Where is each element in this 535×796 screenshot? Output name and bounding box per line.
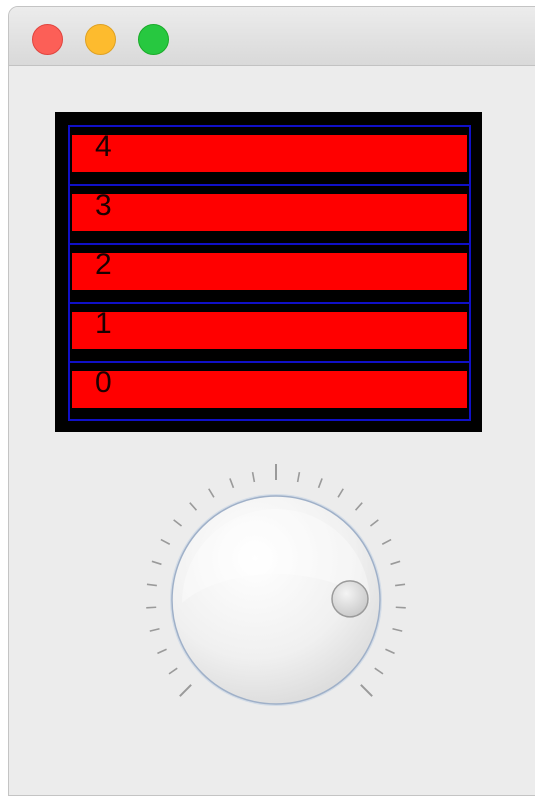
- dial-tick: [337, 488, 344, 498]
- bar-label: 0: [95, 366, 112, 399]
- dial-tick: [317, 478, 323, 489]
- dial-tick: [395, 606, 406, 609]
- bar-label: 2: [95, 248, 112, 281]
- close-button[interactable]: [32, 24, 63, 55]
- dial-tick: [173, 519, 183, 527]
- dial-tick: [146, 583, 157, 587]
- dial-tick: [251, 471, 256, 483]
- bar-graph-frame: 4 3 2 1 0: [68, 125, 471, 421]
- dial-svg[interactable]: [130, 455, 420, 745]
- dial-tick: [146, 606, 157, 609]
- bar-fill: [72, 135, 467, 172]
- bar-row: 4: [70, 127, 469, 186]
- dial-tick: [392, 627, 403, 632]
- bar-fill: [72, 312, 467, 349]
- dial-tick: [160, 538, 171, 545]
- bar-label: 3: [95, 189, 112, 222]
- dial-tick: [381, 538, 392, 545]
- dial-tick: [395, 583, 406, 587]
- dial-tick: [385, 648, 395, 655]
- dial-tick: [179, 684, 192, 697]
- dial-tick: [189, 502, 198, 511]
- dial-tick: [296, 471, 301, 483]
- bar-row: 3: [70, 186, 469, 245]
- dial-tick: [168, 667, 178, 675]
- bar-fill: [72, 194, 467, 231]
- dial-tick: [151, 560, 162, 566]
- bar-graph: 4 3 2 1 0: [55, 112, 482, 432]
- bar-label: 1: [95, 307, 112, 340]
- dial-tick: [149, 627, 160, 632]
- dial-control[interactable]: [130, 455, 420, 745]
- zoom-button[interactable]: [138, 24, 169, 55]
- dial-tick: [229, 478, 235, 489]
- bar-row: 2: [70, 245, 469, 304]
- dial-tick: [390, 560, 401, 566]
- dial-tick: [208, 488, 215, 498]
- minimize-button[interactable]: [85, 24, 116, 55]
- dial-tick: [360, 684, 373, 697]
- bar-row: 0: [70, 363, 469, 422]
- dial-tick: [354, 502, 363, 511]
- bar-fill: [72, 253, 467, 290]
- title-bar[interactable]: [9, 7, 535, 66]
- bar-row: 1: [70, 304, 469, 363]
- dial-tick: [157, 648, 167, 655]
- bar-fill: [72, 371, 467, 408]
- dial-tick: [369, 519, 379, 527]
- dial-tick: [374, 667, 384, 675]
- dial-indicator-dot[interactable]: [331, 580, 369, 618]
- bar-label: 4: [95, 130, 112, 163]
